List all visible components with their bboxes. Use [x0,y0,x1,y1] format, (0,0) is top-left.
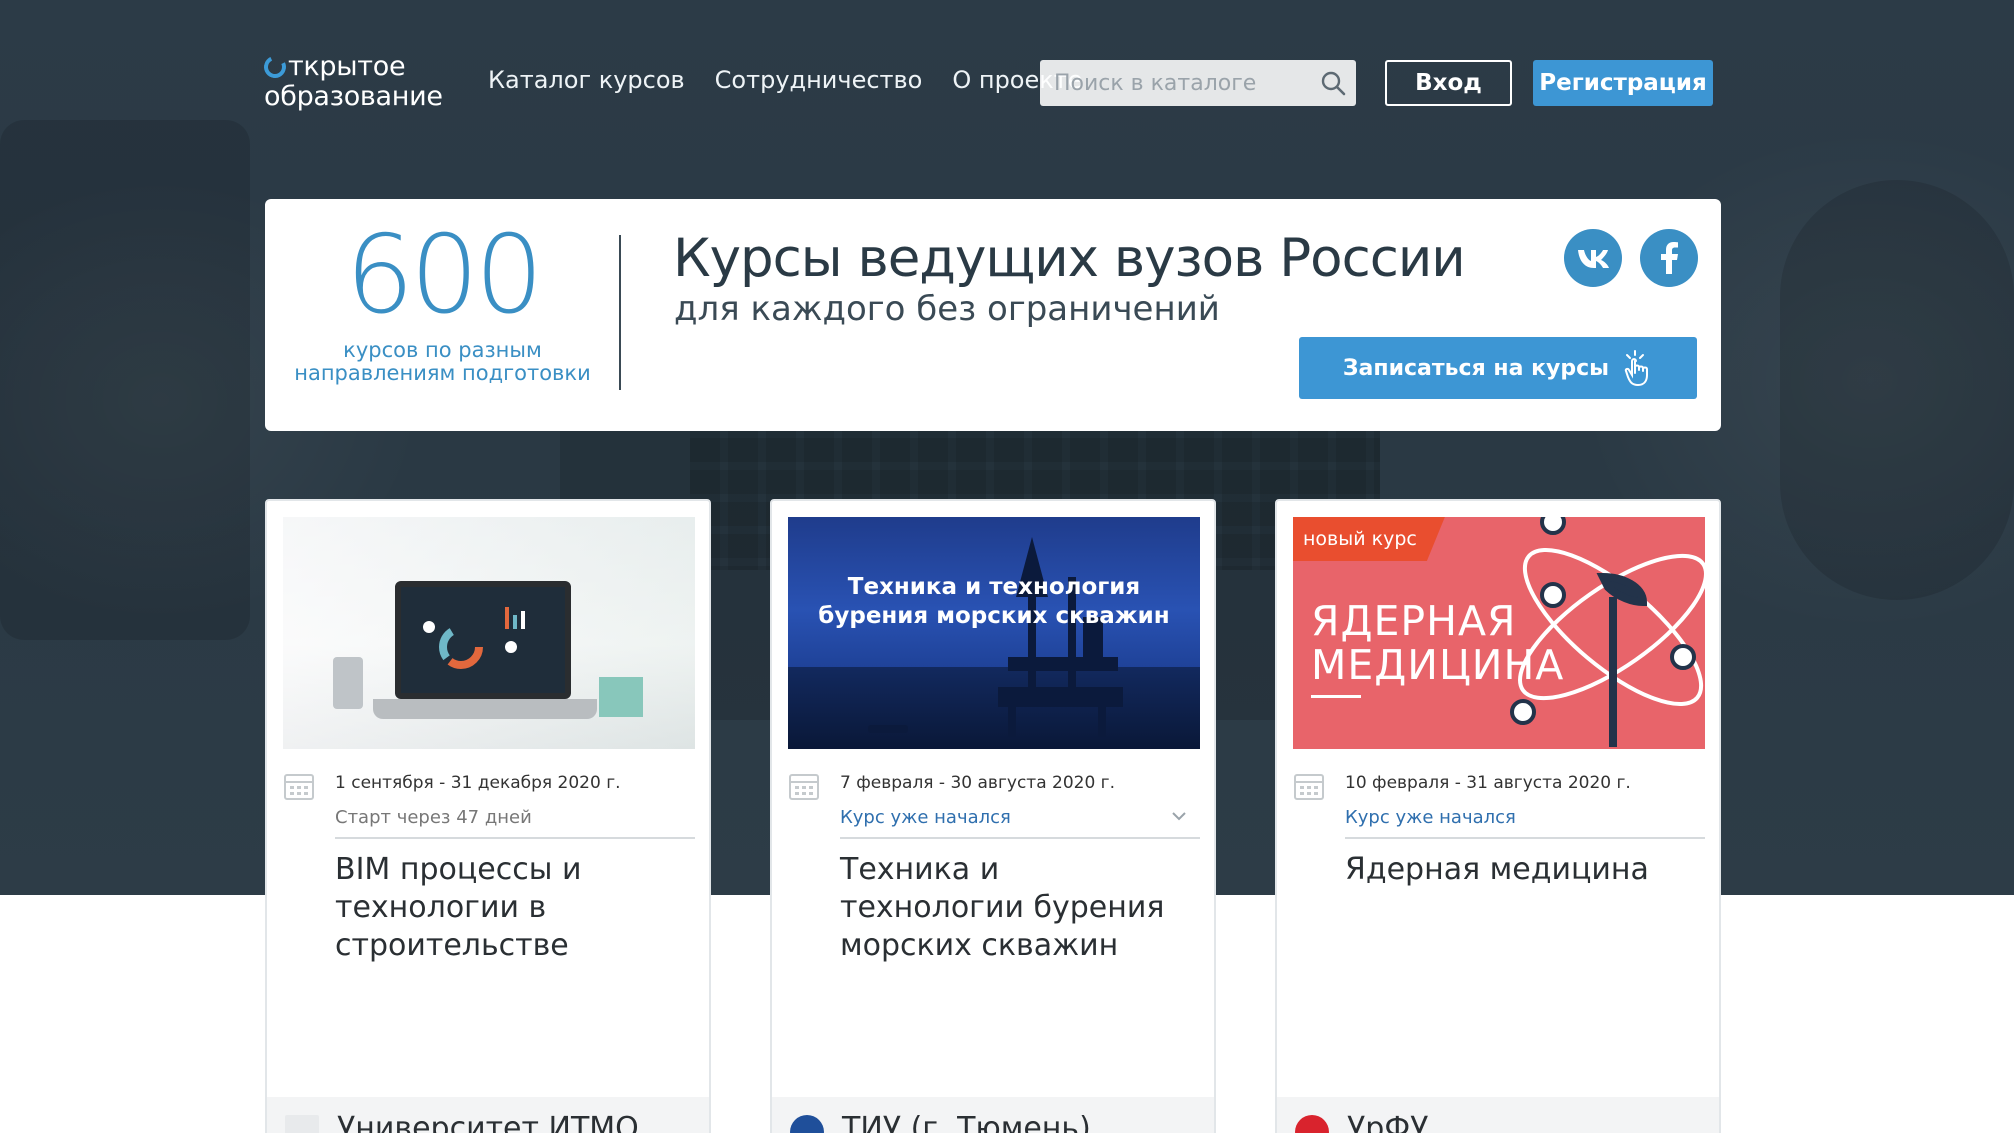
banner-headline: Курсы ведущих вузов России [673,228,1466,289]
nav-cooperation[interactable]: Сотрудничество [715,66,923,94]
course-card[interactable]: Техника и технология бурения морских скв… [770,499,1216,1133]
new-course-badge: новый курс [1293,517,1445,561]
thumbnail-caption: Техника и технология бурения морских скв… [788,573,1200,631]
course-title[interactable]: Техника и технологии бурения морских скв… [840,851,1180,965]
thumbnail-caption-line1: Техника и технология [847,574,1141,600]
course-thumbnail[interactable]: Техника и технология бурения морских скв… [788,517,1200,749]
pointer-hand-icon [1624,350,1649,387]
decor-shape [1780,180,2014,600]
laptop-screen [395,581,571,699]
banner-subheadline: для каждого без ограничений [674,289,1220,329]
laptop-base [373,699,597,719]
thumbnail-caption-line1: ЯДЕРНАЯ [1311,597,1517,645]
search-input[interactable] [1040,70,1310,96]
desk-object [599,677,643,717]
course-count-block: 600 курсов по разным направлениям подгот… [265,199,620,431]
search-icon[interactable] [1320,70,1346,96]
course-dates: 10 февраля - 31 августа 2020 г. [1345,773,1631,793]
login-button[interactable]: Вход [1385,60,1512,106]
main-nav: Каталог курсов Сотрудничество О проекте [488,66,1083,94]
decor-shape [0,120,250,640]
card-divider [1345,837,1705,839]
course-count: 600 [345,213,543,338]
mug [333,657,363,709]
course-status: Старт через 47 дней [335,807,532,828]
course-thumbnail[interactable]: новый курс ЯДЕРНАЯ МЕДИЦИНА [1293,517,1705,749]
nav-catalog[interactable]: Каталог курсов [488,66,685,94]
facebook-icon [1661,242,1678,274]
course-dates: 7 февраля - 30 августа 2020 г. [840,773,1116,793]
card-footer: Университет ИТМО [267,1097,709,1133]
facebook-button[interactable] [1640,229,1698,287]
course-dates-row: 1 сентября - 31 декабря 2020 г. [283,771,695,801]
university-logo [1295,1115,1329,1133]
university-logo [790,1115,824,1133]
course-status: Курс уже начался [1345,807,1516,828]
thumbnail-caption: ЯДЕРНАЯ МЕДИЦИНА [1311,599,1564,687]
course-thumbnail[interactable] [283,517,695,749]
course-dates-row: 7 февраля - 30 августа 2020 г. [788,771,1200,801]
course-status: Курс уже начался [840,807,1011,828]
course-count-description: курсов по разным направлениям подготовки [265,339,620,385]
enroll-button-label: Записаться на курсы [1342,355,1610,381]
calendar-icon [789,774,819,800]
calendar-icon [284,774,314,800]
logo-o-icon [260,52,290,82]
caption-underline [1311,695,1361,698]
university-name[interactable]: УрФУ [1347,1111,1428,1133]
university-logo [285,1115,319,1133]
chevron-down-icon[interactable] [1170,807,1188,825]
course-card[interactable]: новый курс ЯДЕРНАЯ МЕДИЦИНА 10 февраля -… [1275,499,1721,1133]
course-count-desc-line2: направлениям подготовки [294,361,591,385]
thumbnail-caption-line2: бурения морских скважин [818,603,1170,629]
boat [868,725,908,733]
register-button[interactable]: Регистрация [1533,60,1713,106]
course-dates-row: 10 февраля - 31 августа 2020 г. [1293,771,1705,801]
enroll-button[interactable]: Записаться на курсы [1299,337,1697,399]
vk-button[interactable] [1564,229,1622,287]
university-name[interactable]: Университет ИТМО [337,1111,639,1133]
vk-icon [1578,250,1609,268]
logo-text-line2: образование [264,81,443,112]
course-dates: 1 сентября - 31 декабря 2020 г. [335,773,621,793]
card-footer: УрФУ [1277,1097,1719,1133]
banner-divider [619,235,621,390]
course-card[interactable]: 1 сентября - 31 декабря 2020 г. Старт че… [265,499,711,1133]
card-divider [335,837,695,839]
calendar-icon [1294,774,1324,800]
oil-rig-silhouette [998,537,1123,737]
logo-text-line1: ткрытое [288,51,406,82]
course-count-desc-line1: курсов по разным [343,338,542,362]
card-divider [840,837,1200,839]
site-header: ткрытое образование Каталог курсов Сотру… [0,0,2014,170]
university-name[interactable]: ТИУ (г. Тюмень) [842,1111,1091,1133]
promo-banner: 600 курсов по разным направлениям подгот… [265,199,1721,431]
course-title[interactable]: Ядерная медицина [1345,851,1685,889]
site-logo[interactable]: ткрытое образование [260,51,443,112]
thumbnail-caption-line2: МЕДИЦИНА [1311,641,1565,689]
search-box [1040,60,1356,106]
course-title[interactable]: BIM процессы и технологии в строительств… [335,851,675,965]
card-footer: ТИУ (г. Тюмень) [772,1097,1214,1133]
